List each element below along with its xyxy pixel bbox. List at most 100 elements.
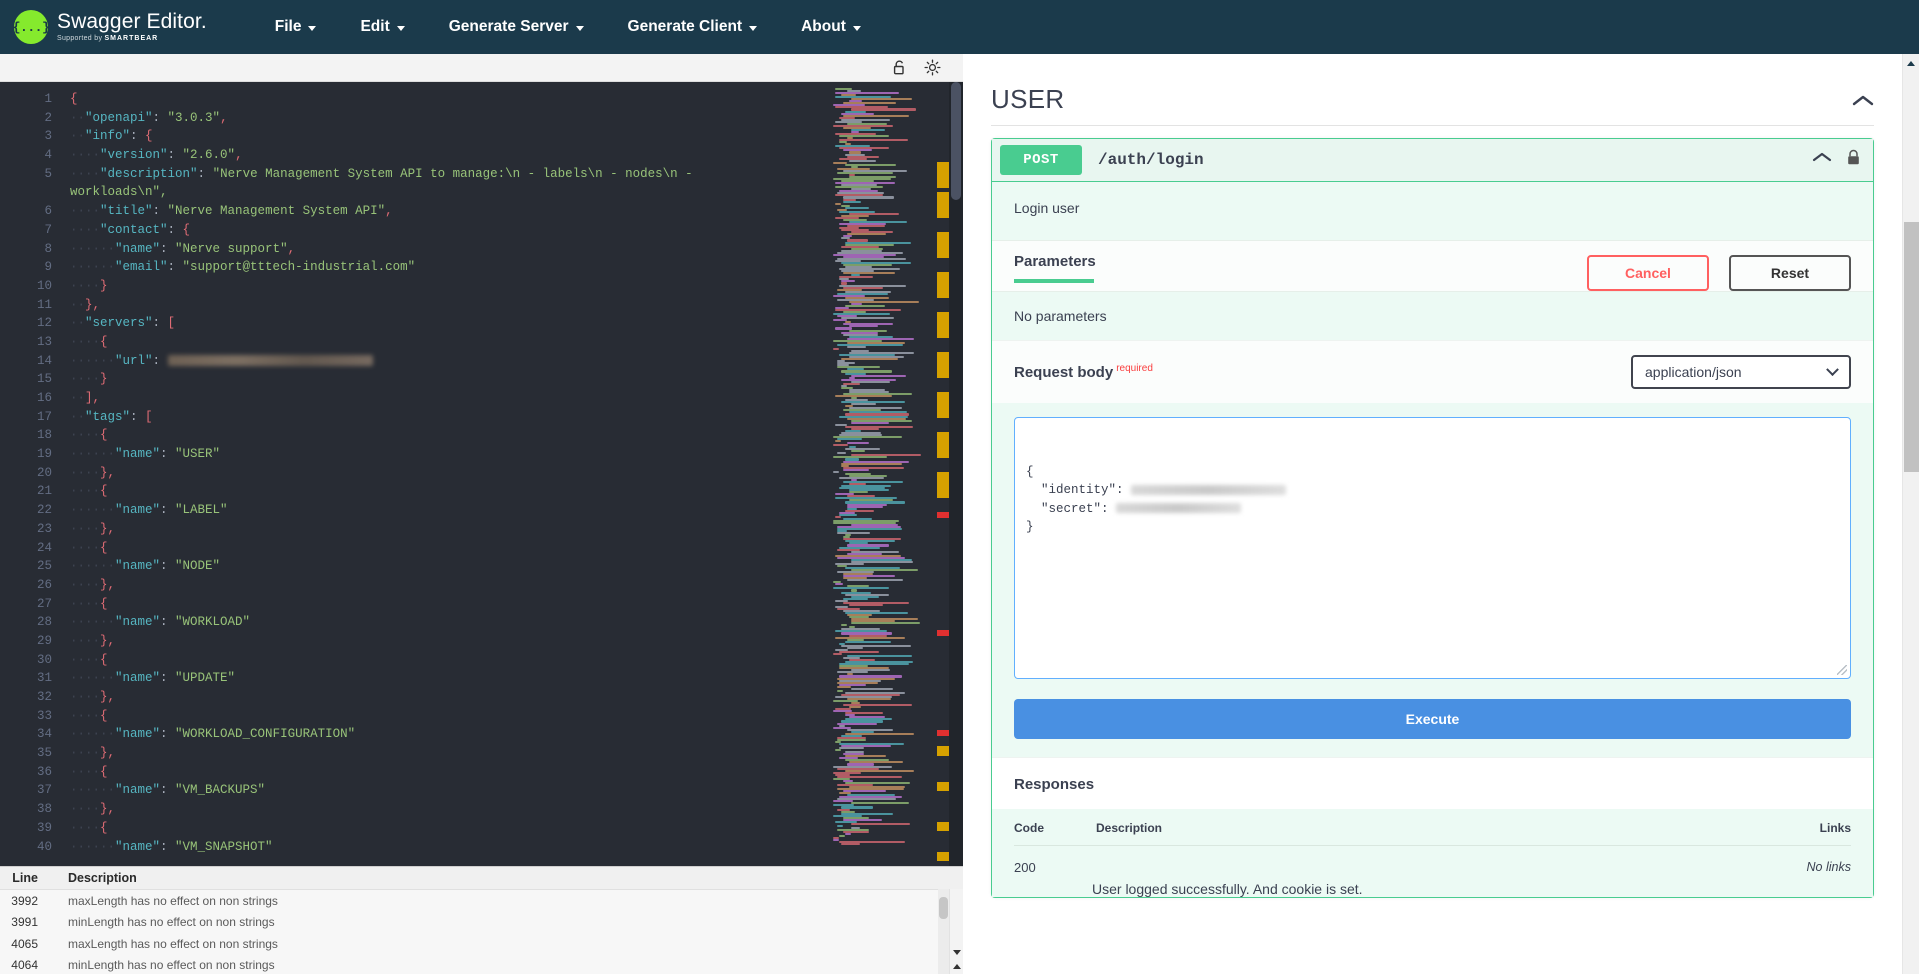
line-number: 16 <box>0 389 52 408</box>
editor-minimap[interactable] <box>829 82 949 866</box>
editor-scrollbar-thumb[interactable] <box>951 82 961 200</box>
code-line: ······"name": "WORKLOAD_CONFIGURATION" <box>70 725 829 744</box>
page-title: USER <box>991 84 1064 115</box>
minimap-line <box>851 688 893 690</box>
minimap-line <box>845 833 851 835</box>
minimap-line <box>851 403 876 405</box>
line-number: 38 <box>0 800 52 819</box>
redacted-value <box>1131 485 1286 495</box>
code-editor[interactable]: 1234567891011121314151617181920212223242… <box>0 82 963 866</box>
parameters-active-underline <box>1014 279 1094 283</box>
line-number: 12 <box>0 314 52 333</box>
line-number: 8 <box>0 240 52 259</box>
menu-file-label: File <box>275 18 302 36</box>
request-body-textarea[interactable]: { "identity": "secret": } <box>1014 417 1851 679</box>
editor-line-numbers: 1234567891011121314151617181920212223242… <box>0 82 62 866</box>
operation-summary-bar[interactable]: POST /auth/login <box>992 139 1873 182</box>
swagger-ui-content: USER POST /auth/login <box>963 54 1902 974</box>
line-number: 5 <box>0 165 52 184</box>
minimap-line <box>835 749 841 751</box>
minimap-marker <box>937 852 949 861</box>
line-number: 2 <box>0 109 52 128</box>
editor-toolbar <box>0 54 963 82</box>
operation-collapse-icon[interactable] <box>1812 151 1832 169</box>
tag-section-header[interactable]: USER <box>991 82 1874 125</box>
menu-about[interactable]: About <box>779 12 883 42</box>
responses-table: Code Description Links 200 No links User… <box>992 809 1873 897</box>
line-number: 29 <box>0 632 52 651</box>
problems-scroll-arrows <box>949 889 963 974</box>
swagger-scrollbar[interactable] <box>1902 54 1919 974</box>
minimap-line <box>849 604 883 606</box>
problems-col-description: Description <box>46 871 137 885</box>
request-body-label: Request bodyrequired <box>1014 363 1153 381</box>
swagger-ui-pane: USER POST /auth/login <box>963 54 1919 974</box>
chevron-down-icon <box>308 26 316 31</box>
minimap-line <box>845 207 869 209</box>
lock-icon[interactable] <box>1846 149 1861 171</box>
problem-description: minLength has no effect on non strings <box>46 915 275 929</box>
sun-icon[interactable] <box>924 59 941 76</box>
problems-scrollbar[interactable] <box>938 889 949 974</box>
line-number: 20 <box>0 464 52 483</box>
code-line: ····}, <box>70 744 829 763</box>
code-line: ····}, <box>70 520 829 539</box>
code-line: ······"name": "NODE" <box>70 557 829 576</box>
minimap-line <box>851 823 910 825</box>
cancel-button[interactable]: Cancel <box>1587 255 1709 291</box>
menu-generate-client[interactable]: Generate Client <box>606 12 780 42</box>
code-line: ······"name": "USER" <box>70 445 829 464</box>
minimap-line <box>847 579 903 581</box>
line-number: 40 <box>0 838 52 857</box>
problem-line: 3991 <box>0 915 46 929</box>
problems-scrollbar-thumb[interactable] <box>939 897 948 919</box>
minimap-line <box>851 622 920 624</box>
editor-scrollbar[interactable] <box>949 82 963 866</box>
line-number: 17 <box>0 408 52 427</box>
code-line: { <box>70 90 829 109</box>
code-line: ··"servers": [ <box>70 314 829 333</box>
minimap-line <box>841 624 847 626</box>
minimap-line <box>843 201 861 203</box>
responses-table-header: Code Description Links <box>1014 809 1851 846</box>
code-line: ····"contact": { <box>70 221 829 240</box>
content-type-select[interactable]: application/json <box>1631 355 1851 389</box>
execute-button[interactable]: Execute <box>1014 699 1851 739</box>
minimap-line <box>833 471 839 473</box>
table-row: 200 No links <box>1014 846 1851 885</box>
problem-description: minLength has no effect on non strings <box>46 958 275 972</box>
problem-row[interactable]: 3991minLength has no effect on non strin… <box>0 912 963 934</box>
menu-file[interactable]: File <box>253 12 339 42</box>
swagger-scrollbar-thumb[interactable] <box>1904 222 1919 472</box>
minimap-marker <box>937 392 949 418</box>
menu-edit[interactable]: Edit <box>338 12 426 42</box>
tag-collapse-icon[interactable] <box>1852 84 1874 115</box>
menu-generate-server[interactable]: Generate Server <box>427 12 606 42</box>
problem-row[interactable]: 4064minLength has no effect on non strin… <box>0 955 963 974</box>
code-line: ······"url": <box>70 352 829 371</box>
minimap-marker <box>937 512 949 518</box>
reset-button[interactable]: Reset <box>1729 255 1851 291</box>
code-line: ····{ <box>70 595 829 614</box>
chevron-up-icon <box>953 964 961 969</box>
swagger-editor-logo[interactable]: {...} Swagger Editor. Supported by SMART… <box>14 10 207 44</box>
minimap-line <box>837 690 843 692</box>
unlock-icon[interactable] <box>892 59 908 76</box>
minimap-line <box>843 469 869 471</box>
resize-handle-icon[interactable] <box>1837 665 1847 675</box>
chevron-down-icon <box>853 26 861 31</box>
problem-row[interactable]: 4065maxLength has no effect on non strin… <box>0 933 963 955</box>
code-line: ··"openapi": "3.0.3", <box>70 109 829 128</box>
line-number: 26 <box>0 576 52 595</box>
problem-row[interactable]: 3992maxLength has no effect on non strin… <box>0 890 963 912</box>
scroll-up-button[interactable] <box>1903 54 1919 71</box>
code-line: ····{ <box>70 707 829 726</box>
scroll-down-button[interactable] <box>950 945 964 959</box>
problem-line: 4064 <box>0 958 46 972</box>
request-body-area: { "identity": "secret": } <box>992 403 1873 699</box>
editor-code-content[interactable]: {··"openapi": "3.0.3",··"info": {····"ve… <box>62 82 829 866</box>
scroll-up-button[interactable] <box>950 959 964 973</box>
tag-divider <box>991 125 1874 126</box>
line-number: 22 <box>0 501 52 520</box>
minimap-line <box>833 800 853 802</box>
